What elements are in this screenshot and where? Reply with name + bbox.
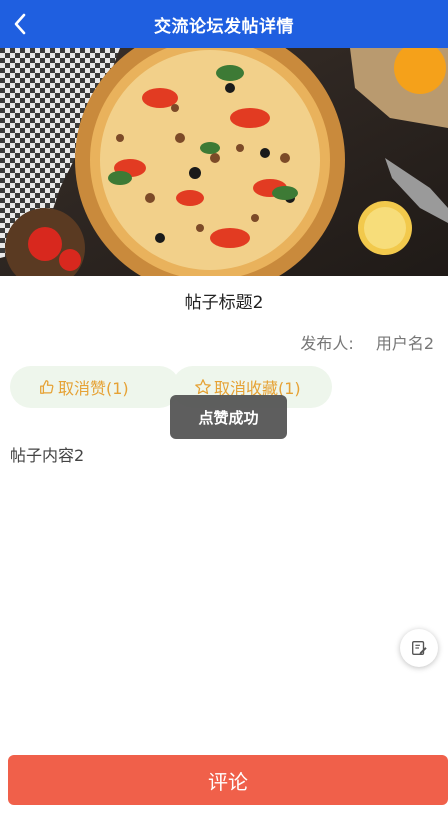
unlike-button[interactable]: 取消赞(1): [10, 366, 180, 408]
edit-note-icon: [412, 641, 427, 655]
chevron-left-icon: [14, 13, 26, 35]
unlike-label: 取消赞(1): [58, 379, 129, 398]
author-label: 发布人:: [300, 334, 354, 353]
comment-button[interactable]: 评论: [8, 755, 448, 805]
post-title: 帖子标题2: [184, 293, 264, 313]
toast-message: 点赞成功: [170, 395, 287, 439]
post-image-pizza: [0, 48, 448, 276]
star-icon: [195, 379, 211, 395]
edit-floating-button[interactable]: [400, 629, 438, 667]
author-row: 发布人: 用户名2: [300, 330, 434, 354]
thumbs-up-icon: [40, 380, 54, 394]
back-button[interactable]: [0, 0, 40, 48]
author-name: 用户名2: [375, 334, 434, 353]
top-nav-bar: 交流论坛发帖详情: [0, 0, 448, 48]
post-content: 帖子内容2: [10, 446, 85, 465]
page-title: 交流论坛发帖详情: [154, 16, 294, 37]
